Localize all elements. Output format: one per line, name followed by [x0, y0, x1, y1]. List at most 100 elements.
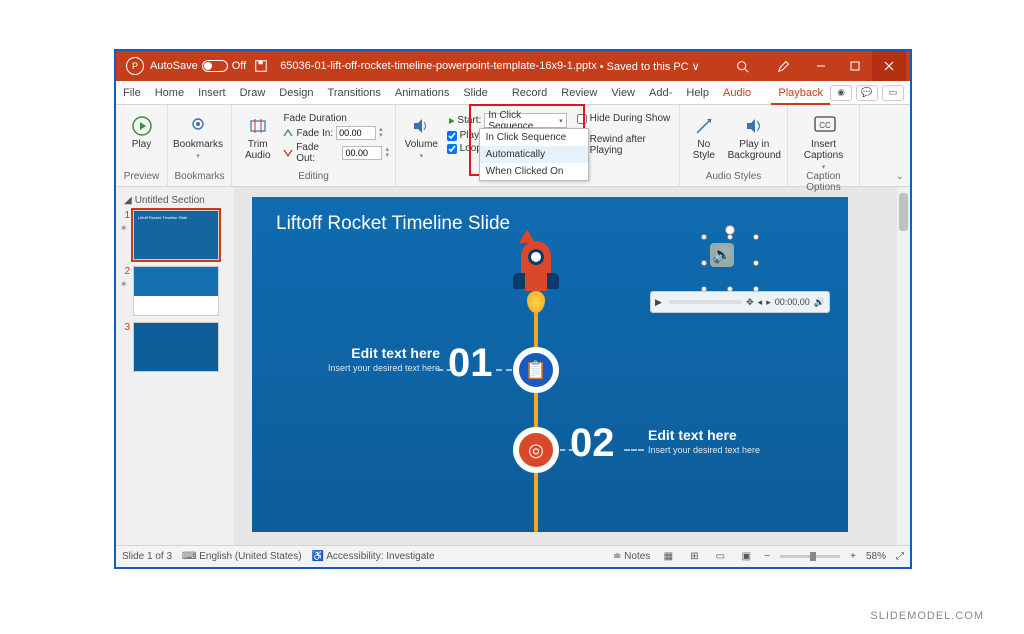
tab-insert[interactable]: Insert	[191, 81, 233, 105]
no-style-button[interactable]: No Style	[686, 111, 722, 161]
fade-out-input[interactable]	[342, 146, 382, 160]
animation-indicator-icon: ✶	[120, 279, 130, 290]
player-prev-icon[interactable]: ◂	[758, 297, 763, 308]
slide-thumbnail-3[interactable]	[133, 322, 219, 372]
tab-audio-format[interactable]: Audio Format	[716, 81, 771, 105]
autosave-label: AutoSave	[150, 60, 198, 72]
player-play-icon[interactable]: ▶	[655, 297, 665, 308]
audio-player[interactable]: ▶ ✥ ◂ ▸ 00:00.00 🔊	[650, 291, 830, 313]
tab-view[interactable]: View	[604, 81, 642, 105]
tab-addins[interactable]: Add-ins	[642, 81, 679, 105]
tab-record[interactable]: Record	[505, 81, 554, 105]
play-button[interactable]: Play	[122, 111, 161, 150]
comments-icon[interactable]: 💬	[856, 85, 878, 101]
scroll-thumb[interactable]	[899, 193, 908, 231]
powerpoint-window: P AutoSave Off 65036-01-lift-off-rocket-…	[114, 49, 912, 569]
tab-draw[interactable]: Draw	[233, 81, 273, 105]
sorter-view-icon[interactable]: ⊞	[686, 550, 702, 564]
save-icon[interactable]	[254, 59, 268, 73]
slide-position[interactable]: Slide 1 of 3	[122, 551, 172, 562]
tab-playback[interactable]: Playback	[771, 81, 830, 105]
watermark: SLIDEMODEL.COM	[870, 610, 984, 622]
accessibility-status[interactable]: ♿ Accessibility: Investigate	[312, 551, 435, 562]
zoom-in-button[interactable]: +	[850, 551, 856, 562]
item2-number[interactable]: 02	[570, 421, 615, 466]
start-label: Start:	[457, 115, 481, 126]
item1-number[interactable]: 01	[448, 341, 493, 386]
resize-handle[interactable]	[701, 234, 707, 240]
resize-handle[interactable]	[701, 260, 707, 266]
slide-title[interactable]: Liftoff Rocket Timeline Slide	[252, 197, 848, 235]
notes-button[interactable]: ≐ Notes	[613, 551, 650, 562]
hide-during-show-checkbox[interactable]: Hide During Show	[577, 113, 673, 124]
volume-button[interactable]: Volume ▾	[402, 111, 441, 160]
close-button[interactable]	[872, 51, 906, 81]
slide-thumbnail-1[interactable]: Liftoff Rocket Timeline Slide	[133, 210, 219, 260]
reading-view-icon[interactable]: ▭	[712, 550, 728, 564]
tab-design[interactable]: Design	[272, 81, 320, 105]
player-track[interactable]	[669, 300, 742, 304]
tab-slideshow[interactable]: Slide Show	[456, 81, 504, 105]
play-in-background-button[interactable]: Play in Background	[728, 111, 781, 161]
vertical-scrollbar[interactable]	[897, 187, 910, 545]
zoom-out-button[interactable]: −	[764, 551, 770, 562]
save-status: • Saved to this PC ∨	[597, 60, 700, 73]
slide-editor[interactable]: Liftoff Rocket Timeline Slide 📋 ◎ 01 02 …	[234, 187, 910, 545]
tab-transitions[interactable]: Transitions	[321, 81, 388, 105]
tab-animations[interactable]: Animations	[388, 81, 456, 105]
autosave-toggle[interactable]: AutoSave Off	[150, 60, 246, 72]
section-header[interactable]: ◢ Untitled Section	[120, 193, 230, 210]
zoom-level[interactable]: 58%	[866, 551, 886, 562]
player-time: 00:00.00	[775, 297, 810, 307]
player-volume-icon[interactable]: 🔊	[814, 297, 825, 308]
maximize-button[interactable]	[838, 51, 872, 81]
animation-indicator-icon: ✶	[120, 223, 130, 234]
bookmarks-button[interactable]: Bookmarks ▾	[174, 111, 222, 160]
draw-icon[interactable]	[777, 60, 790, 73]
collapse-ribbon-icon[interactable]: ⌄	[896, 171, 904, 182]
minimize-button[interactable]	[804, 51, 838, 81]
tab-home[interactable]: Home	[148, 81, 191, 105]
fade-in-field[interactable]: Fade In: ▴▾	[283, 126, 389, 140]
fade-in-input[interactable]	[336, 126, 376, 140]
insert-captions-button[interactable]: CC Insert Captions ▾	[794, 111, 853, 171]
rewind-checkbox[interactable]: Rewind after Playing	[577, 134, 673, 156]
search-icon[interactable]	[736, 60, 749, 73]
ribbon: Play Preview Bookmarks ▾ Bookmarks Trim …	[116, 105, 910, 187]
normal-view-icon[interactable]: ▦	[660, 550, 676, 564]
slide-canvas[interactable]: Liftoff Rocket Timeline Slide 📋 ◎ 01 02 …	[252, 197, 848, 532]
timeline-node-1[interactable]: 📋	[513, 347, 559, 393]
camera-icon[interactable]: ◉	[830, 85, 852, 101]
tab-file[interactable]: File	[116, 81, 148, 105]
player-move-icon[interactable]: ✥	[746, 297, 754, 308]
player-next-icon[interactable]: ▸	[766, 297, 771, 308]
zoom-slider[interactable]	[780, 555, 840, 558]
resize-handle[interactable]	[753, 234, 759, 240]
start-dropdown[interactable]: In Click Sequence▾	[484, 113, 566, 128]
slideshow-view-icon[interactable]: ▣	[738, 550, 754, 564]
slide-thumbnail-2[interactable]	[133, 266, 219, 316]
option-in-click-sequence[interactable]: In Click Sequence	[480, 129, 588, 146]
no-style-icon	[693, 115, 715, 137]
item2-text[interactable]: Edit text here Insert your desired text …	[648, 427, 788, 456]
start-icon	[447, 116, 455, 125]
trim-audio-button[interactable]: Trim Audio	[238, 111, 277, 161]
rocket-graphic[interactable]	[512, 241, 560, 321]
resize-handle[interactable]	[753, 260, 759, 266]
fade-duration-label: Fade Duration	[283, 113, 389, 124]
resize-handle[interactable]	[727, 234, 733, 240]
trim-icon	[247, 115, 269, 137]
language-status[interactable]: ⌨ English (United States)	[182, 551, 302, 562]
tab-review[interactable]: Review	[554, 81, 604, 105]
audio-object[interactable]: 🔊	[710, 243, 750, 283]
autosave-state: Off	[232, 60, 246, 72]
fade-out-field[interactable]: Fade Out: ▴▾	[283, 142, 389, 164]
timeline-node-2[interactable]: ◎	[513, 427, 559, 473]
tab-help[interactable]: Help	[679, 81, 716, 105]
fit-to-window-icon[interactable]: ⤢	[896, 551, 904, 562]
share-icon[interactable]: ▭	[882, 85, 904, 101]
powerpoint-icon: P	[126, 57, 144, 75]
option-when-clicked-on[interactable]: When Clicked On	[480, 163, 588, 180]
item1-text[interactable]: Edit text here Insert your desired text …	[300, 345, 440, 374]
option-automatically[interactable]: Automatically	[480, 146, 588, 163]
